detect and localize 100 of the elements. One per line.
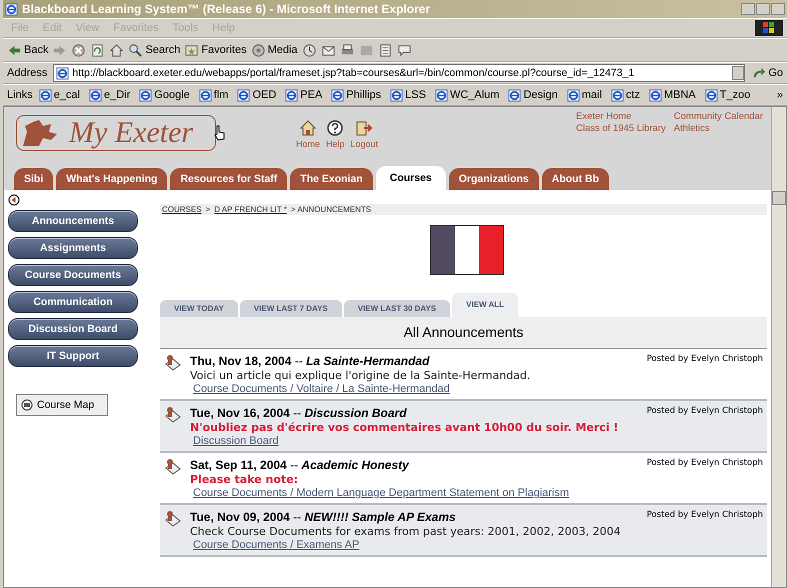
site-logo[interactable]: My Exeter	[16, 115, 216, 151]
course-menu-button[interactable]: Discussion Board	[8, 318, 138, 340]
nav-tab[interactable]: The Exonian	[290, 168, 373, 190]
hand-cursor-icon	[214, 125, 226, 141]
page-icon	[610, 88, 624, 102]
link-button[interactable]: ctz	[608, 88, 643, 102]
page-icon	[56, 66, 70, 80]
page-icon	[566, 88, 580, 102]
page-icon	[88, 88, 102, 102]
nav-tab[interactable]: Sibi	[14, 168, 54, 190]
search-icon	[128, 42, 144, 58]
arrow-icon	[751, 66, 766, 80]
address-field[interactable]: http://blackboard.exeter.edu/webapps/portal/frameset.jsp?tab=courses&url=/bin/common/course.pl?course_id=_12473_1	[53, 64, 746, 82]
toolbar-button[interactable]: Back	[7, 42, 48, 58]
nav-tab[interactable]: What's Happening	[56, 168, 168, 190]
announcement-text: Please take note:	[190, 473, 300, 486]
header-link[interactable]: Home	[296, 139, 320, 149]
announcement-link[interactable]: Discussion Board	[193, 435, 639, 447]
poster-text: Posted by Evelyn Christoph	[646, 354, 763, 366]
scrollbar[interactable]	[771, 107, 786, 587]
link-button[interactable]: e_Dir	[86, 88, 134, 102]
header-link[interactable]: Logout	[350, 139, 378, 149]
toolbar-button[interactable]: Search	[128, 42, 180, 58]
section-heading: All Announcements	[160, 317, 767, 349]
nav-tab[interactable]: Courses	[376, 166, 446, 190]
media-icon	[250, 42, 266, 58]
page-icon	[648, 88, 662, 102]
nav-tab[interactable]: About Bb	[542, 168, 610, 190]
history-icon	[302, 42, 317, 58]
announcement-heading: Tue, Nov 16, 2004 -- Discussion Board	[190, 406, 408, 420]
course-map-button[interactable]: Course Map	[16, 394, 108, 416]
toolbar-button[interactable]: Favorites	[184, 42, 247, 58]
link-button[interactable]: e_cal	[36, 88, 83, 102]
window-title: Blackboard Learning System™ (Release 6) - Microsoft Internet Explorer	[22, 2, 432, 16]
page-icon	[704, 88, 718, 102]
breadcrumb-link[interactable]: COURSES	[162, 205, 202, 214]
announcement-link[interactable]: Course Documents / Examens AP	[193, 539, 639, 551]
link-button[interactable]: MBNA	[646, 88, 699, 102]
collapse-icon[interactable]	[8, 194, 20, 206]
toolbar-button[interactable]	[340, 42, 355, 58]
address-label: Address	[7, 67, 48, 79]
toolbar-button[interactable]	[302, 42, 317, 58]
link-button[interactable]: mail	[564, 88, 605, 102]
link-button[interactable]: WC_Alum	[432, 88, 502, 102]
course-menu-button[interactable]: Communication	[8, 291, 138, 313]
announcement-text: Voici un article qui explique l'origine de la Sainte-Hermandad.	[190, 369, 532, 382]
page-icon	[38, 88, 52, 102]
toolbar-button[interactable]	[378, 42, 393, 58]
course-menu-button[interactable]: Assignments	[8, 237, 138, 259]
link-button[interactable]: PEA	[282, 88, 326, 102]
page-icon	[139, 88, 152, 102]
header-link[interactable]: Community Calendar	[674, 111, 763, 122]
page-icon	[198, 88, 212, 102]
page-icon	[237, 88, 250, 102]
link-button[interactable]: OED	[234, 88, 280, 102]
announcement-text: Check Course Documents for exams from past years: 2001, 2002, 2003, 2004	[190, 525, 622, 538]
favorites-icon	[184, 42, 200, 58]
go-button[interactable]: Go	[751, 66, 783, 80]
home-icon	[299, 119, 317, 137]
link-button[interactable]: Phillips	[328, 88, 384, 102]
link-button[interactable]: Google	[136, 88, 193, 102]
link-button[interactable]: LSS	[387, 88, 429, 102]
more-links-button[interactable]: »	[776, 89, 783, 101]
link-button[interactable]: Design	[505, 88, 561, 102]
course-menu-button[interactable]: Announcements	[8, 210, 138, 232]
view-tab[interactable]: VIEW LAST 30 DAYS	[344, 300, 450, 317]
toolbar-button[interactable]	[71, 42, 86, 58]
page-icon	[285, 88, 298, 102]
page-icon	[5, 2, 18, 16]
poster-text: Posted by Evelyn Christoph	[646, 458, 763, 470]
page-icon	[508, 88, 522, 102]
view-tab[interactable]: VIEW LAST 7 DAYS	[240, 300, 342, 317]
announcement-link[interactable]: Course Documents / Modern Language Department Statement on Plagiarism	[193, 487, 639, 499]
course-menu-button[interactable]: IT Support	[8, 345, 138, 367]
nav-tab[interactable]: Organizations	[448, 168, 539, 190]
view-tab[interactable]: VIEW ALL	[452, 293, 518, 317]
header-link[interactable]: Help	[326, 139, 345, 149]
toolbar-button[interactable]: Media	[250, 42, 298, 58]
view-tab[interactable]: VIEW TODAY	[160, 300, 238, 317]
windows-logo-icon	[755, 20, 783, 36]
course-menu-button[interactable]: Course Documents	[8, 264, 138, 286]
page-icon	[378, 42, 393, 58]
toolbar-button[interactable]	[109, 42, 124, 58]
link-button[interactable]: flm	[196, 88, 232, 102]
toolbar-button[interactable]	[396, 42, 412, 58]
announcement-link[interactable]: Course Documents / Voltaire / La Sainte-Hermandad	[193, 383, 639, 395]
logout-icon	[355, 119, 374, 137]
page-icon	[390, 88, 404, 102]
map-icon	[21, 399, 33, 411]
dropdown-button[interactable]	[732, 66, 744, 80]
toolbar-button[interactable]	[90, 42, 106, 58]
link-button[interactable]: T_zoo	[702, 88, 754, 102]
header-link[interactable]: Exeter Home	[576, 111, 666, 122]
nav-tab[interactable]: Resources for Staff	[170, 168, 288, 190]
breadcrumb-text: > ANNOUNCEMENTS	[290, 205, 372, 214]
breadcrumb-link[interactable]: D AP FRENCH LIT *	[214, 205, 287, 214]
links-label: Links	[7, 89, 33, 101]
announcement-text: N'oubliez pas d'écrire vos commentaires avant 10h00 du soir. Merci !	[190, 421, 620, 434]
header-link[interactable]: Athletics	[674, 123, 763, 134]
header-link[interactable]: Class of 1945 Library	[576, 123, 666, 134]
